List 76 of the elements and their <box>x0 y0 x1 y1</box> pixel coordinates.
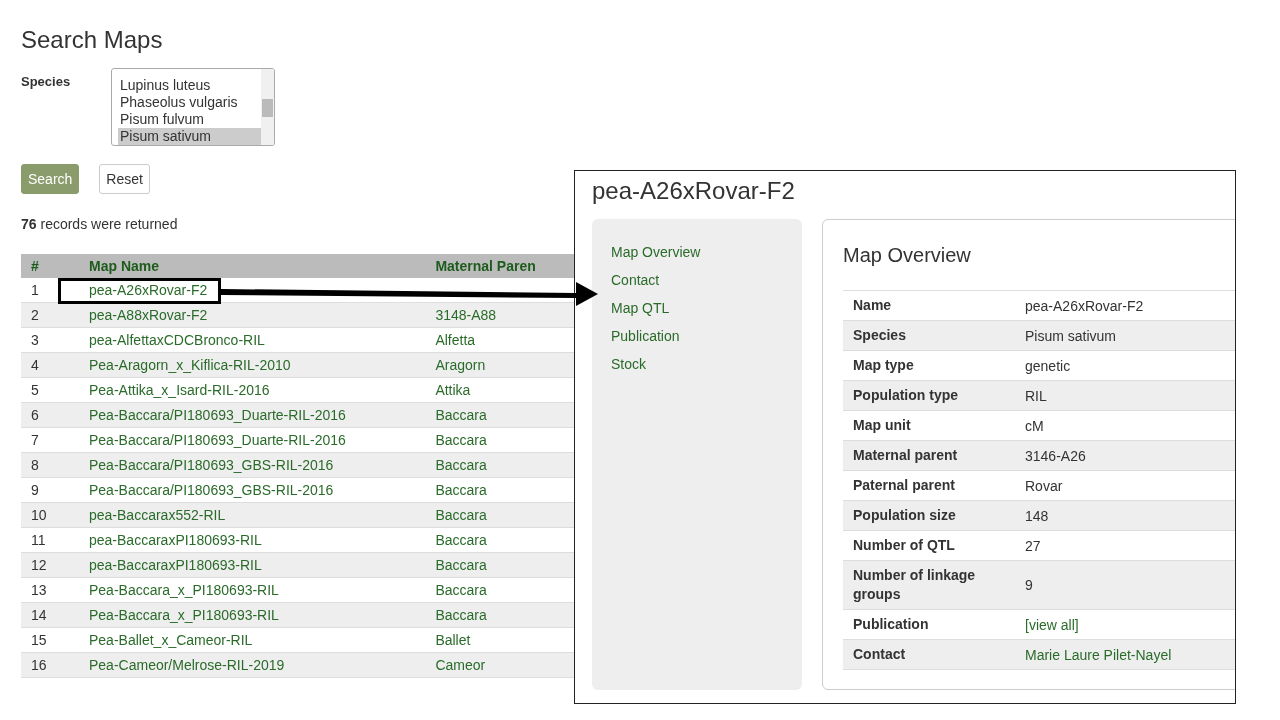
list-option[interactable]: Phaseolus vulgaris <box>118 94 261 111</box>
reset-button[interactable]: Reset <box>99 164 150 194</box>
field-label: Publication <box>843 609 1015 640</box>
map-title: pea-A26xRovar-F2 <box>592 177 796 205</box>
field-label: Paternal parent <box>843 470 1015 501</box>
search-button[interactable]: Search <box>21 164 80 194</box>
table-cell: 11 <box>21 527 79 553</box>
value-link[interactable]: [view all] <box>1015 609 1235 640</box>
field-label: Map unit <box>843 410 1015 441</box>
nav-link[interactable]: Stock <box>611 355 802 374</box>
table-cell: 7 <box>21 427 79 453</box>
list-option[interactable]: Pisum sativum <box>118 128 261 145</box>
field-value: 27 <box>1015 530 1235 561</box>
table-cell: 2 <box>21 302 79 328</box>
field-label: Number of linkage groups <box>843 560 1015 610</box>
map-name-link[interactable]: Pea-Aragorn_x_Kiflica-RIL-2010 <box>89 357 291 373</box>
map-name-link[interactable]: pea-A88xRovar-F2 <box>89 307 208 323</box>
table-cell: 9 <box>21 477 79 503</box>
field-value: 3146-A26 <box>1015 440 1235 471</box>
field-label: Species <box>843 320 1015 351</box>
map-name-link[interactable]: pea-AlfettaxCDCBronco-RIL <box>89 332 265 348</box>
map-name-link[interactable]: Pea-Baccara/PI180693_Duarte-RIL-2016 <box>89 432 346 448</box>
table-cell: 12 <box>21 552 79 578</box>
field-value: RIL <box>1015 380 1235 411</box>
value-link[interactable]: Marie Laure Pilet-Nayel <box>1015 639 1235 670</box>
table-cell: 6 <box>21 402 79 428</box>
field-label: Contact <box>843 639 1015 670</box>
column-header[interactable]: Maternal Paren <box>425 254 576 278</box>
map-name-link[interactable]: Pea-Cameor/Melrose-RIL-2019 <box>89 657 285 673</box>
map-name-link[interactable]: Pea-Baccara_x_PI180693-RIL <box>89 607 279 623</box>
map-name-link[interactable]: Pea-Ballet_x_Cameor-RIL <box>89 632 253 648</box>
table-cell: 5 <box>21 377 79 403</box>
nav-link[interactable]: Publication <box>611 327 802 346</box>
map-name-link[interactable]: pea-Baccarax552-RIL <box>89 507 226 523</box>
field-label: Species <box>21 74 72 89</box>
list-option[interactable]: Lupinus luteus <box>118 77 261 94</box>
field-value: Rovar <box>1015 470 1235 501</box>
field-value: 148 <box>1015 500 1235 531</box>
table-cell: 14 <box>21 602 79 628</box>
map-name-link[interactable]: Pea-Attika_x_Isard-RIL-2016 <box>89 382 270 398</box>
table-cell: 10 <box>21 502 79 528</box>
map-name-link[interactable]: Pea-Baccara/PI180693_GBS-RIL-2016 <box>89 457 334 473</box>
field-label: Map type <box>843 350 1015 381</box>
table-cell: 8 <box>21 452 79 478</box>
page-title: Search Maps <box>21 25 164 55</box>
nav-link[interactable]: Map Overview <box>611 243 802 262</box>
species-listbox[interactable]: Lupinus luteus Phaseolus vulgaris Pisum fulvum Pisum sativum <box>111 68 275 146</box>
field-value: cM <box>1015 410 1235 441</box>
section-title: Map Overview <box>843 243 972 268</box>
list-option[interactable]: Pisum fulvum <box>118 111 261 128</box>
map-name-link[interactable]: pea-A26xRovar-F2 <box>89 282 208 298</box>
field-value: pea-A26xRovar-F2 <box>1015 290 1235 321</box>
field-label: Population size <box>843 500 1015 531</box>
nav-link[interactable]: Contact <box>611 271 802 290</box>
scrollbar[interactable] <box>261 69 274 145</box>
table-cell: 16 <box>21 652 79 678</box>
column-header[interactable]: Map Name <box>79 254 426 278</box>
table-cell: 13 <box>21 577 79 603</box>
field-label: Maternal parent <box>843 440 1015 471</box>
field-value: 9 <box>1015 560 1235 610</box>
map-name-link[interactable]: Pea-Baccara_x_PI180693-RIL <box>89 582 279 598</box>
nav-link[interactable]: Map QTL <box>611 299 802 318</box>
table-cell: 15 <box>21 627 79 653</box>
map-name-link[interactable]: pea-BaccaraxPI180693-RIL <box>89 557 262 573</box>
table-cell: 4 <box>21 352 79 378</box>
result-count: 76 records were returned <box>21 216 179 232</box>
field-label: Name <box>843 290 1015 321</box>
field-value: genetic <box>1015 350 1235 381</box>
field-label: Population type <box>843 380 1015 411</box>
map-name-link[interactable]: Pea-Baccara/PI180693_Duarte-RIL-2016 <box>89 407 346 423</box>
field-label: Number of QTL <box>843 530 1015 561</box>
map-name-link[interactable]: Pea-Baccara/PI180693_GBS-RIL-2016 <box>89 482 334 498</box>
table-cell: 3 <box>21 327 79 353</box>
map-name-link[interactable]: pea-BaccaraxPI180693-RIL <box>89 532 262 548</box>
column-header[interactable]: # <box>21 254 79 278</box>
field-value: Pisum sativum <box>1015 320 1235 351</box>
